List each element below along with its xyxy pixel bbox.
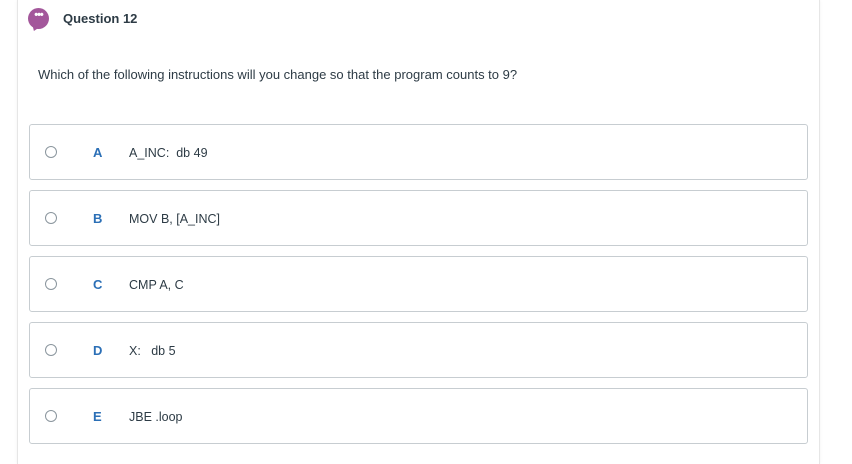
option-letter-b: B [93,211,103,226]
radio-button-a[interactable] [45,146,57,158]
radio-button-e[interactable] [45,410,57,422]
question-text: Which of the following instructions will… [38,67,518,82]
question-card: ••• Question 12 Which of the following i… [17,0,820,464]
option-letter-e: E [93,409,102,424]
speech-bubble-dots-icon: ••• [28,7,49,29]
option-text-a: A_INC: db 49 [129,146,208,160]
option-text-e: JBE .loop [129,410,183,424]
question-header: ••• Question 12 [28,7,137,29]
radio-button-c[interactable] [45,278,57,290]
answer-option-d[interactable]: D X: db 5 [29,322,808,378]
question-title: Question 12 [63,10,138,26]
option-letter-d: D [93,343,103,358]
radio-button-d[interactable] [45,344,57,356]
answer-options: A A_INC: db 49 B MOV B, [A_INC] C CMP A,… [29,124,808,454]
page: ••• Question 12 Which of the following i… [0,0,852,464]
answer-option-c[interactable]: C CMP A, C [29,256,808,312]
dots-glyph: ••• [34,9,44,21]
option-text-d: X: db 5 [129,344,176,358]
option-text-c: CMP A, C [129,278,184,292]
answer-option-a[interactable]: A A_INC: db 49 [29,124,808,180]
answer-option-b[interactable]: B MOV B, [A_INC] [29,190,808,246]
answer-option-e[interactable]: E JBE .loop [29,388,808,444]
option-letter-c: C [93,277,103,292]
option-letter-a: A [93,145,103,160]
option-text-b: MOV B, [A_INC] [129,212,220,226]
radio-button-b[interactable] [45,212,57,224]
